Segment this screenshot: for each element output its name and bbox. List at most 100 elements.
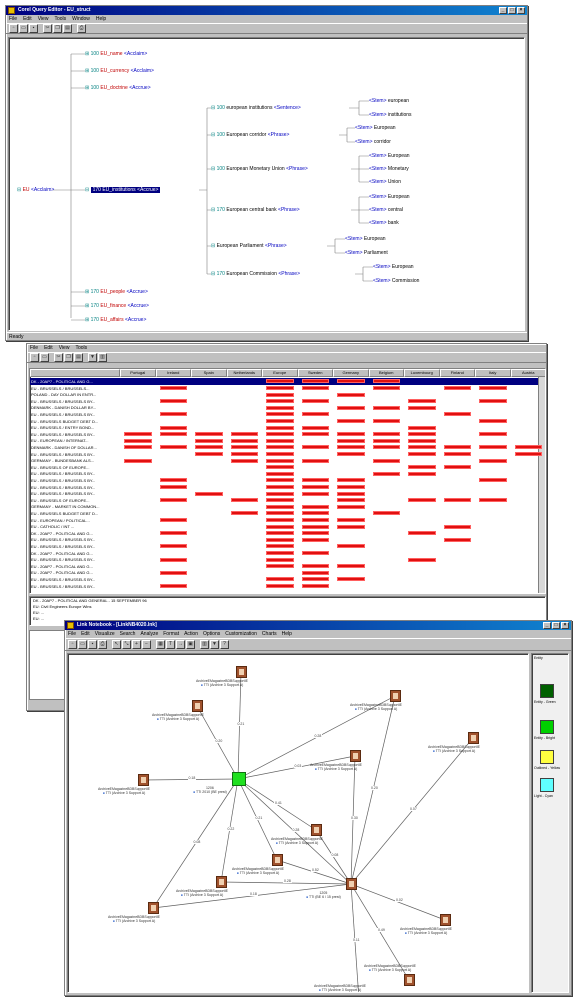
matrix-cell-mark[interactable] bbox=[372, 471, 400, 476]
matrix-cell-mark[interactable] bbox=[337, 379, 365, 384]
column-header[interactable]: Europe bbox=[262, 369, 298, 377]
matrix-cell-mark[interactable] bbox=[195, 491, 223, 496]
matrix-cell-mark[interactable] bbox=[301, 379, 329, 384]
matrix-cell-mark[interactable] bbox=[337, 438, 365, 443]
matrix-cell-mark[interactable] bbox=[443, 537, 471, 542]
help-icon[interactable]: ? bbox=[220, 640, 229, 649]
tree-node[interactable]: ⊞ 100 EU_name <Acclaim> bbox=[85, 51, 147, 57]
menu-help[interactable]: Help bbox=[96, 15, 106, 23]
menu-search[interactable]: Search bbox=[120, 630, 136, 638]
column-header[interactable]: Netherlands bbox=[226, 369, 262, 377]
column-header[interactable]: Italy bbox=[475, 369, 511, 377]
matrix-cell-mark[interactable] bbox=[301, 458, 329, 463]
zoom-in-icon[interactable]: + bbox=[132, 640, 141, 649]
query-editor-titlebar[interactable]: Corel Query Editor - EU_struct _ □ × bbox=[6, 6, 527, 15]
matrix-cell-mark[interactable] bbox=[266, 418, 294, 423]
matrix-cell-mark[interactable] bbox=[230, 432, 258, 437]
matrix-cell-mark[interactable] bbox=[266, 564, 294, 569]
matrix-cell-mark[interactable] bbox=[408, 432, 436, 437]
matrix-cell-mark[interactable] bbox=[301, 385, 329, 390]
matrix-cell-mark[interactable] bbox=[301, 399, 329, 404]
matrix-cell-mark[interactable] bbox=[372, 418, 400, 423]
cut-icon[interactable]: ✂ bbox=[54, 353, 63, 362]
matrix-cell-mark[interactable] bbox=[266, 504, 294, 509]
tree-node-selected[interactable]: ⊟ 170 EU_institutions <Accrue> bbox=[85, 187, 161, 193]
filter-icon[interactable]: ▼ bbox=[210, 640, 219, 649]
matrix-cell-mark[interactable] bbox=[372, 445, 400, 450]
matrix-cell-mark[interactable] bbox=[266, 577, 294, 582]
new-icon[interactable]: ▫ bbox=[68, 640, 77, 649]
lower-left-list[interactable] bbox=[29, 630, 65, 700]
matrix-grid[interactable]: Portugal Ireland Spain Netherlands Europe Swe… bbox=[29, 368, 546, 594]
matrix-cell-mark[interactable] bbox=[479, 399, 507, 404]
menu-customization[interactable]: Customization bbox=[225, 630, 257, 638]
matrix-cell-mark[interactable] bbox=[195, 438, 223, 443]
matrix-cell-mark[interactable] bbox=[266, 557, 294, 562]
matrix-cell-mark[interactable] bbox=[301, 517, 329, 522]
new-icon[interactable]: ▫ bbox=[9, 24, 18, 33]
matrix-cell-mark[interactable] bbox=[337, 491, 365, 496]
copy-icon[interactable]: ❐ bbox=[64, 353, 73, 362]
tree-group-node[interactable]: ⊟ 100 European corridor <Phrase> bbox=[211, 132, 289, 138]
link-chart-canvas[interactable]: 0.21 0.28 0.20 0.03 0.18 0.41 0.22 0.08 0.28 0.07… bbox=[67, 653, 529, 993]
palette-item-green[interactable] bbox=[540, 720, 554, 734]
print-icon[interactable]: ⎙ bbox=[77, 24, 86, 33]
maximize-button[interactable]: □ bbox=[508, 7, 516, 14]
matrix-cell-mark[interactable] bbox=[408, 498, 436, 503]
matrix-cell-mark[interactable] bbox=[266, 524, 294, 529]
matrix-cell-mark[interactable] bbox=[159, 484, 187, 489]
tree-node[interactable]: ⊞ 100 EU_currency <Acclaim> bbox=[85, 68, 154, 74]
matrix-cell-mark[interactable] bbox=[266, 385, 294, 390]
save-icon[interactable]: ▪ bbox=[29, 24, 38, 33]
matrix-cell-mark[interactable] bbox=[337, 418, 365, 423]
matrix-cell-mark[interactable] bbox=[230, 438, 258, 443]
matrix-cell-mark[interactable] bbox=[159, 531, 187, 536]
tree-group-node[interactable]: ⊟ 170 European Commission <Phrase> bbox=[211, 271, 300, 277]
matrix-cell-mark[interactable] bbox=[408, 465, 436, 470]
matrix-cell-mark[interactable] bbox=[159, 544, 187, 549]
menu-file[interactable]: File bbox=[30, 344, 38, 352]
chart-icon[interactable]: ▥ bbox=[98, 353, 107, 362]
paste-icon[interactable]: ▤ bbox=[74, 353, 83, 362]
tree-leaf[interactable]: <Stem> corridor bbox=[355, 139, 391, 145]
menu-file[interactable]: File bbox=[68, 630, 76, 638]
matrix-cell-mark[interactable] bbox=[372, 458, 400, 463]
column-header[interactable]: Austria bbox=[510, 369, 545, 377]
matrix-cell-mark[interactable] bbox=[301, 484, 329, 489]
matrix-cell-mark[interactable] bbox=[266, 451, 294, 456]
menu-charts[interactable]: Charts bbox=[262, 630, 277, 638]
open-icon[interactable]: ▭ bbox=[78, 640, 87, 649]
menu-analyze[interactable]: Analyze bbox=[140, 630, 158, 638]
matrix-cell-mark[interactable] bbox=[408, 438, 436, 443]
matrix-cell-mark[interactable] bbox=[266, 392, 294, 397]
menu-help[interactable]: Help bbox=[282, 630, 292, 638]
tree-leaf[interactable]: <Stem> central bbox=[369, 207, 403, 213]
tree-leaf[interactable]: <Stem> European bbox=[373, 264, 414, 270]
text-icon[interactable]: T bbox=[166, 640, 175, 649]
palette-item-dark-green[interactable] bbox=[540, 684, 554, 698]
matrix-cell-mark[interactable] bbox=[479, 418, 507, 423]
matrix-cell-mark[interactable] bbox=[301, 531, 329, 536]
matrix-cell-mark[interactable] bbox=[266, 458, 294, 463]
print-icon[interactable]: ⎙ bbox=[98, 640, 107, 649]
matrix-cell-mark[interactable] bbox=[479, 432, 507, 437]
matrix-cell-mark[interactable] bbox=[337, 451, 365, 456]
tree-leaf[interactable]: <Stem> Commission bbox=[373, 278, 419, 284]
matrix-cell-mark[interactable] bbox=[266, 537, 294, 542]
matrix-cell-mark[interactable] bbox=[266, 405, 294, 410]
tree-group-node[interactable]: ⊟ 170 European central bank <Phrase> bbox=[211, 207, 300, 213]
layout-icon[interactable]: ▦ bbox=[156, 640, 165, 649]
matrix-cell-mark[interactable] bbox=[266, 550, 294, 555]
matrix-cell-mark[interactable] bbox=[159, 385, 187, 390]
menu-tools[interactable]: Tools bbox=[75, 344, 87, 352]
column-header[interactable]: Finland bbox=[439, 369, 475, 377]
entity-document-icon[interactable] bbox=[236, 666, 247, 678]
palette-item-cyan[interactable] bbox=[540, 778, 554, 792]
tree-leaf[interactable]: <Stem> European bbox=[355, 125, 396, 131]
select-icon[interactable]: ↖ bbox=[112, 640, 121, 649]
tree-leaf[interactable]: <Stem> European bbox=[369, 153, 410, 159]
matrix-cell-mark[interactable] bbox=[337, 577, 365, 582]
maximize-button[interactable]: □ bbox=[552, 622, 560, 629]
matrix-cell-mark[interactable] bbox=[443, 451, 471, 456]
copy-icon[interactable]: ❐ bbox=[53, 24, 62, 33]
